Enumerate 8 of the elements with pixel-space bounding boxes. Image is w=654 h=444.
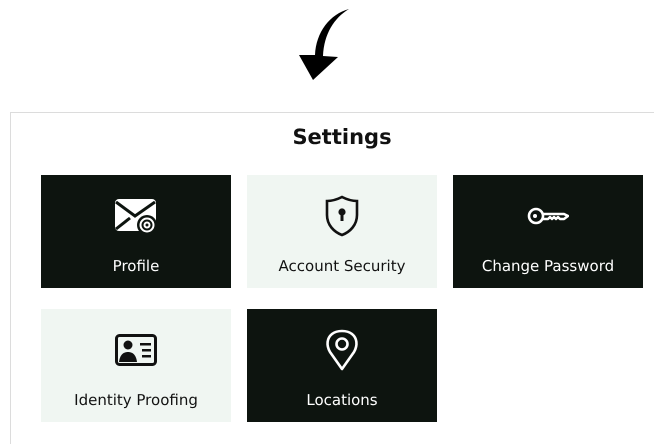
settings-tile[interactable]: Profile xyxy=(41,175,231,288)
panel-title: Settings xyxy=(291,125,393,151)
settings-tile[interactable]: Identity Proofing xyxy=(41,309,231,422)
settings-tile[interactable]: Account Security xyxy=(247,175,437,288)
settings-tile[interactable]: Change Password xyxy=(453,175,643,288)
shield-lock-icon xyxy=(325,195,359,237)
location-pin-icon xyxy=(325,329,359,371)
settings-tile[interactable]: Locations xyxy=(247,309,437,422)
